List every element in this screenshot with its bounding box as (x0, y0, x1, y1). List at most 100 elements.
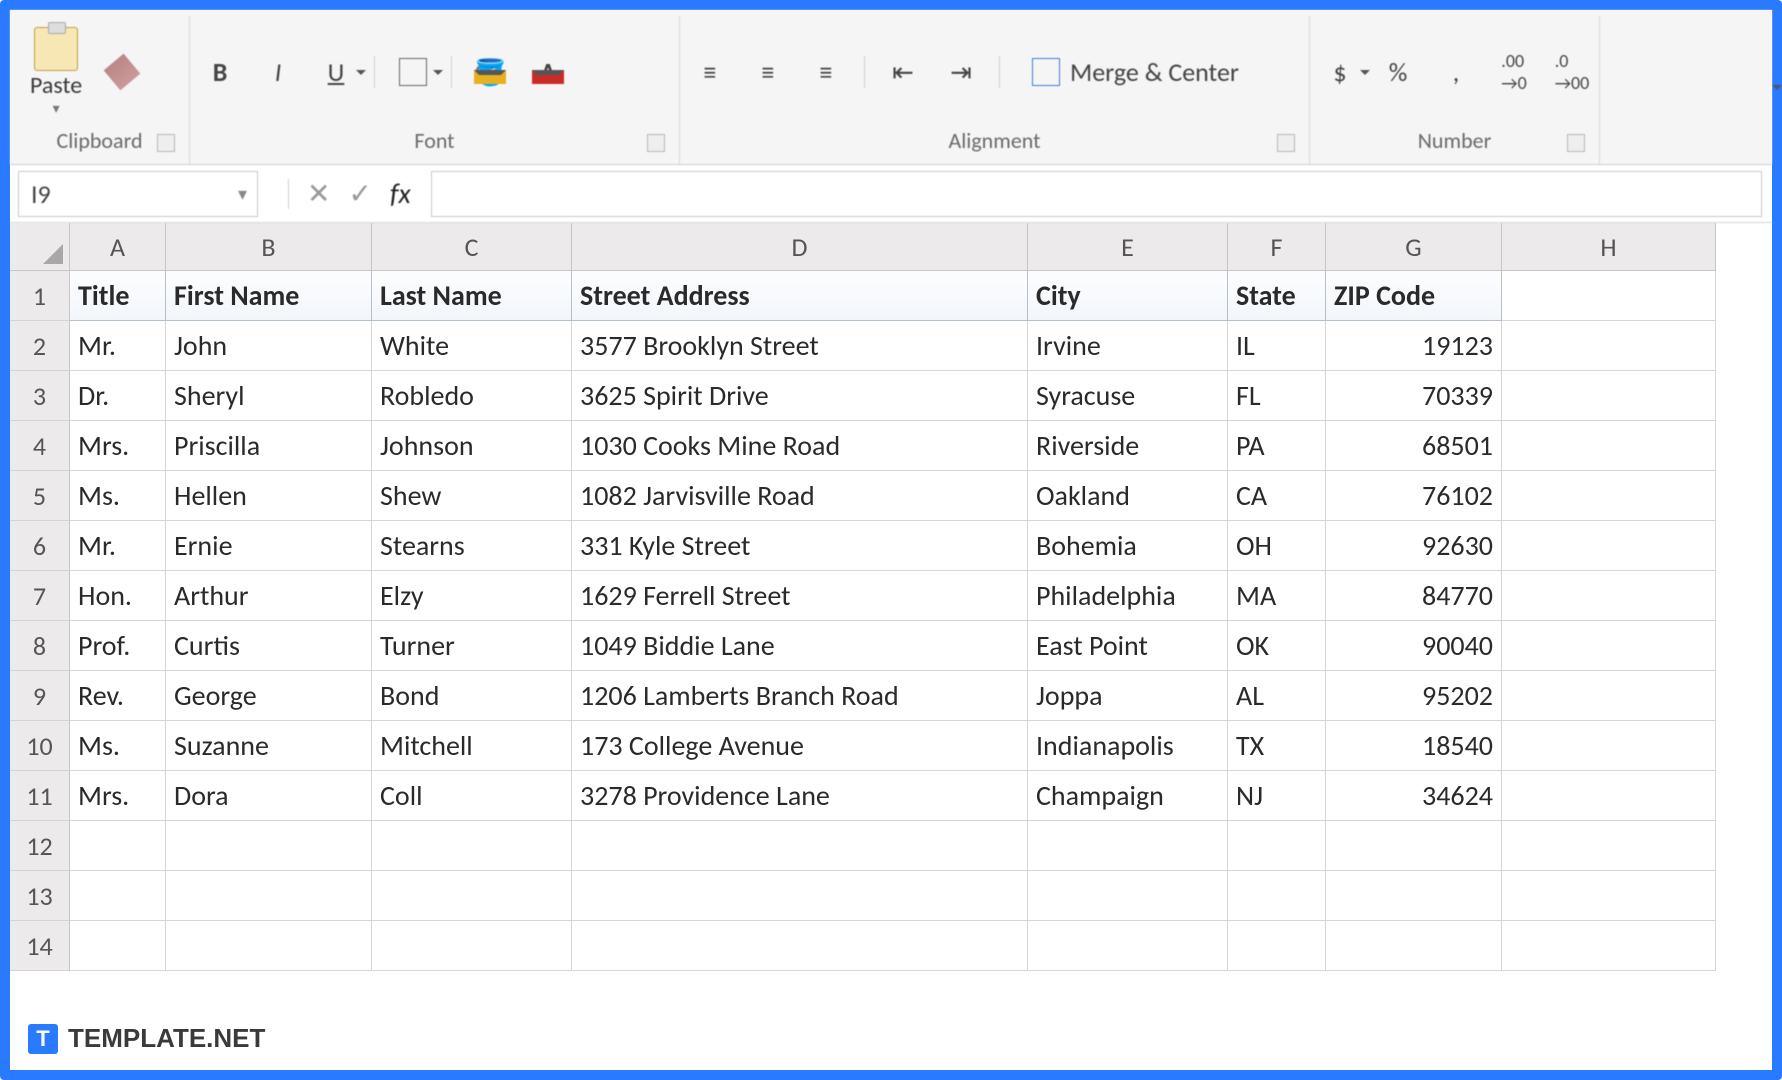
cell[interactable]: Turner (372, 621, 572, 671)
cell[interactable]: 1629 Ferrell Street (572, 571, 1028, 621)
cell[interactable]: 3577 Brooklyn Street (572, 321, 1028, 371)
cell[interactable] (166, 921, 372, 971)
cell[interactable] (1502, 421, 1716, 471)
row-header[interactable]: 11 (10, 771, 70, 821)
cell[interactable]: 18540 (1326, 721, 1502, 771)
cancel-formula-button[interactable]: ✕ (307, 176, 330, 211)
increase-indent-button[interactable]: ⇥ (941, 54, 981, 90)
row-header[interactable]: 9 (10, 671, 70, 721)
cell[interactable] (70, 871, 166, 921)
row-header[interactable]: 4 (10, 421, 70, 471)
cell[interactable]: Robledo (372, 371, 572, 421)
format-painter-button[interactable] (102, 54, 142, 90)
row-header[interactable]: 12 (10, 821, 70, 871)
cell[interactable] (1326, 821, 1502, 871)
row-header[interactable]: 2 (10, 321, 70, 371)
cell[interactable]: State (1228, 271, 1326, 321)
cell[interactable]: Indianapolis (1028, 721, 1228, 771)
cell[interactable]: 70339 (1326, 371, 1502, 421)
cell[interactable] (1502, 871, 1716, 921)
row-header[interactable]: 3 (10, 371, 70, 421)
cell[interactable]: 331 Kyle Street (572, 521, 1028, 571)
align-center-button[interactable]: ≡ (748, 54, 788, 90)
percent-button[interactable]: % (1378, 54, 1418, 90)
cell[interactable]: 19123 (1326, 321, 1502, 371)
cell[interactable]: 92630 (1326, 521, 1502, 571)
select-all-corner[interactable] (10, 223, 70, 271)
row-header[interactable]: 6 (10, 521, 70, 571)
cell[interactable] (1502, 471, 1716, 521)
dialog-launcher-font[interactable] (647, 134, 665, 152)
currency-button[interactable]: $ (1320, 54, 1360, 90)
dialog-launcher-clipboard[interactable] (157, 134, 175, 152)
formula-bar[interactable] (431, 171, 1762, 217)
column-header[interactable]: H (1502, 223, 1716, 271)
cell[interactable] (1502, 621, 1716, 671)
enter-formula-button[interactable]: ✓ (348, 176, 371, 211)
cell[interactable]: Curtis (166, 621, 372, 671)
cell[interactable]: Last Name (372, 271, 572, 321)
cell[interactable] (70, 821, 166, 871)
dialog-launcher-number[interactable] (1567, 134, 1585, 152)
cell[interactable]: NJ (1228, 771, 1326, 821)
cell[interactable]: 173 College Avenue (572, 721, 1028, 771)
cell[interactable] (1502, 721, 1716, 771)
cell[interactable]: Bohemia (1028, 521, 1228, 571)
align-right-button[interactable]: ≡ (806, 54, 846, 90)
cell[interactable] (1502, 821, 1716, 871)
cell[interactable]: Stearns (372, 521, 572, 571)
cell[interactable]: Bond (372, 671, 572, 721)
decrease-decimal-button[interactable]: .0→00 (1552, 54, 1592, 90)
italic-button[interactable]: I (258, 54, 298, 90)
cell[interactable]: Shew (372, 471, 572, 521)
cell[interactable]: IL (1228, 321, 1326, 371)
column-header[interactable]: E (1028, 223, 1228, 271)
column-header[interactable]: A (70, 223, 166, 271)
cell[interactable] (1502, 921, 1716, 971)
fx-button[interactable]: fx (390, 176, 411, 211)
cell[interactable] (1502, 771, 1716, 821)
name-box[interactable]: I9 (18, 171, 258, 217)
cell[interactable]: First Name (166, 271, 372, 321)
cell[interactable]: Title (70, 271, 166, 321)
cell[interactable]: TX (1228, 721, 1326, 771)
cell[interactable]: 3625 Spirit Drive (572, 371, 1028, 421)
cell[interactable] (1028, 921, 1228, 971)
cell[interactable]: Mitchell (372, 721, 572, 771)
cell[interactable]: Riverside (1028, 421, 1228, 471)
cell[interactable]: OK (1228, 621, 1326, 671)
cell[interactable]: Syracuse (1028, 371, 1228, 421)
cell[interactable] (1228, 871, 1326, 921)
cell[interactable] (572, 821, 1028, 871)
cell[interactable]: Hellen (166, 471, 372, 521)
borders-button[interactable] (393, 54, 433, 90)
cell[interactable]: 76102 (1326, 471, 1502, 521)
comma-button[interactable]: , (1436, 54, 1476, 90)
row-header[interactable]: 7 (10, 571, 70, 621)
cell[interactable]: Hon. (70, 571, 166, 621)
cell[interactable] (572, 921, 1028, 971)
cell[interactable]: Philadelphia (1028, 571, 1228, 621)
cell[interactable]: 1030 Cooks Mine Road (572, 421, 1028, 471)
cell[interactable] (166, 871, 372, 921)
row-header[interactable]: 5 (10, 471, 70, 521)
cell[interactable] (372, 921, 572, 971)
font-color-button[interactable]: A (528, 54, 568, 90)
cell[interactable]: Coll (372, 771, 572, 821)
cell[interactable]: Sheryl (166, 371, 372, 421)
cell[interactable]: 1206 Lamberts Branch Road (572, 671, 1028, 721)
cell[interactable]: Mrs. (70, 771, 166, 821)
column-header[interactable]: G (1326, 223, 1502, 271)
cell[interactable]: Rev. (70, 671, 166, 721)
cell[interactable] (1502, 371, 1716, 421)
fill-color-button[interactable]: 🪣 (470, 54, 510, 90)
spreadsheet-grid[interactable]: ABCDEFGH 1TitleFirst NameLast NameStreet… (10, 223, 1772, 1070)
align-left-button[interactable]: ≡ (690, 54, 730, 90)
cell[interactable]: OH (1228, 521, 1326, 571)
cell[interactable]: MA (1228, 571, 1326, 621)
bold-button[interactable]: B (200, 54, 240, 90)
column-header[interactable]: F (1228, 223, 1326, 271)
cell[interactable]: Mr. (70, 521, 166, 571)
row-header[interactable]: 8 (10, 621, 70, 671)
cell[interactable] (572, 871, 1028, 921)
